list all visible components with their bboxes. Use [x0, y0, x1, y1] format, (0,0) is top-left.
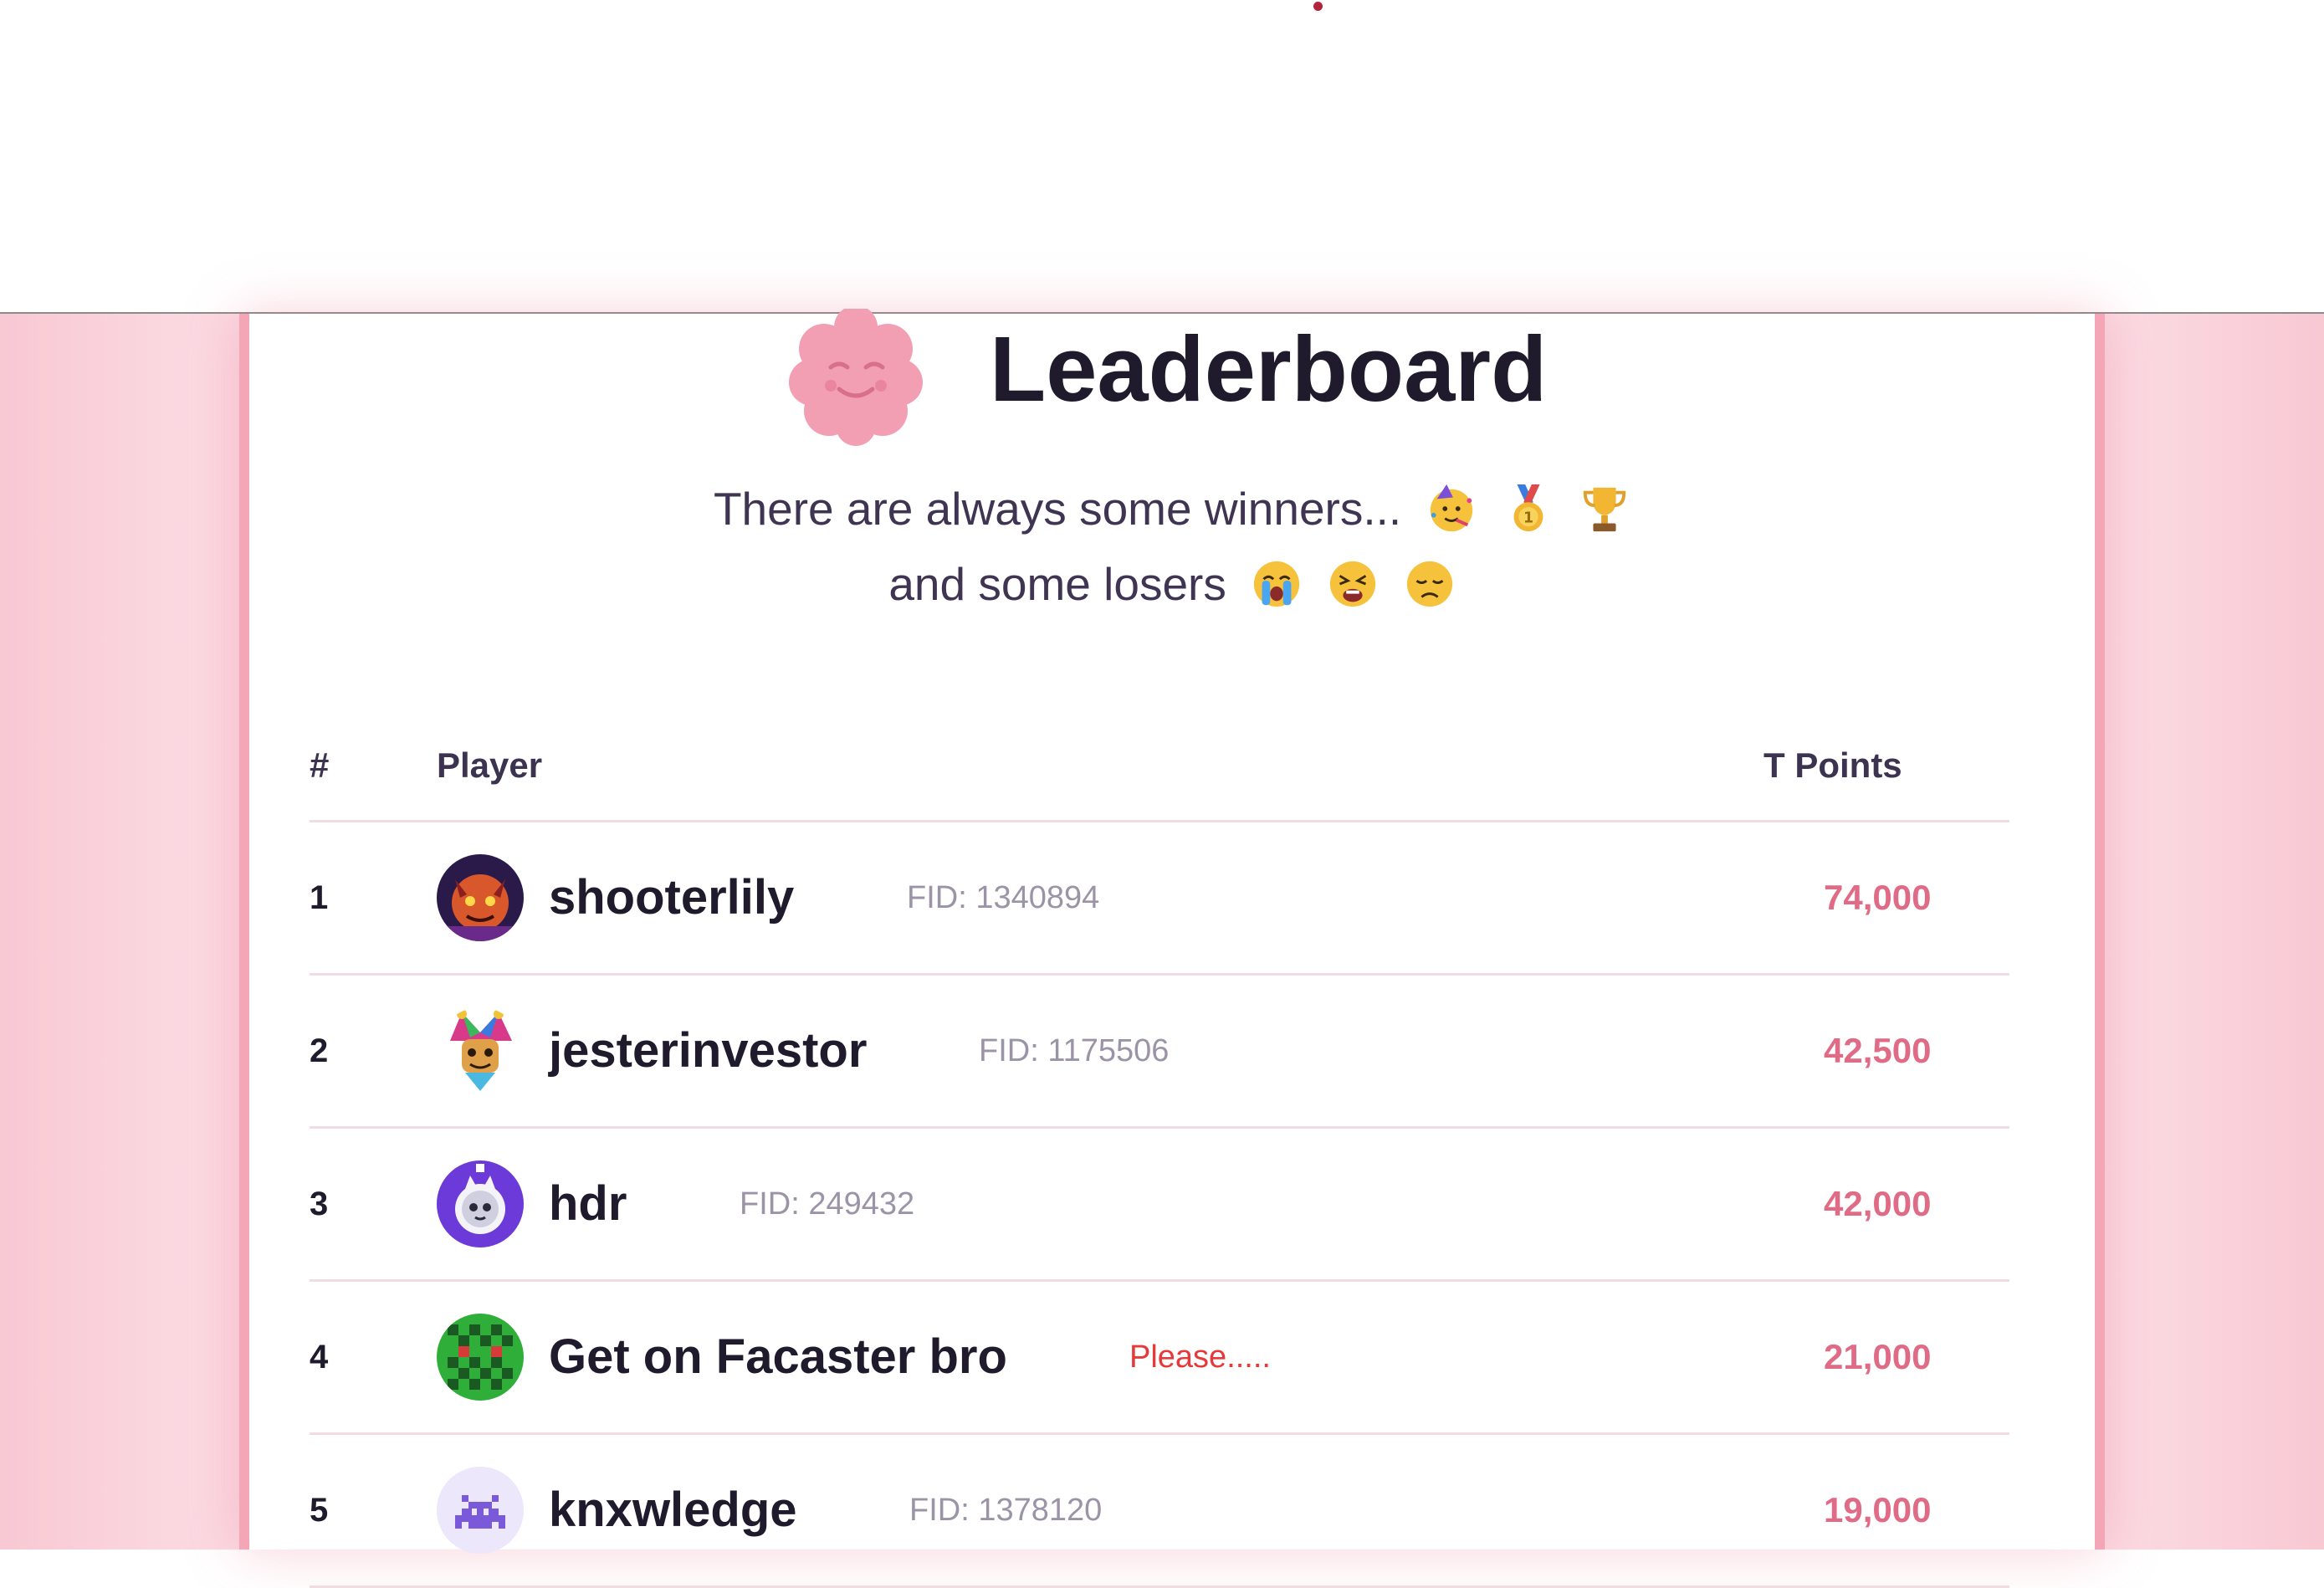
- player-fid: FID: 249432: [740, 1186, 915, 1222]
- player-name[interactable]: jesterinvestor: [549, 976, 867, 1126]
- tagline-winners-text: There are always some winners...: [713, 483, 1402, 535]
- row-rank: 1: [310, 879, 329, 916]
- player-name[interactable]: shooterlily: [549, 822, 794, 973]
- avatar[interactable]: [437, 1160, 524, 1247]
- tagline-losers-text: and some losers: [888, 558, 1226, 610]
- column-header-player: Player: [437, 745, 543, 785]
- row-rank: 3: [310, 1186, 329, 1222]
- player-points: 42,500: [1824, 1031, 1932, 1070]
- svg-text:1: 1: [1523, 510, 1533, 526]
- player-fid: FID: 1175506: [979, 1033, 1170, 1068]
- player-points: 42,000: [1824, 1184, 1932, 1223]
- avatar[interactable]: [437, 1467, 524, 1554]
- avatar[interactable]: [437, 1314, 524, 1401]
- table-row[interactable]: 1 shooterlily FID: 1340894 74,000: [310, 822, 2009, 976]
- loudly-crying-face-icon: [1254, 561, 1300, 607]
- player-points: 19,000: [1824, 1490, 1932, 1529]
- disappointed-face-icon: [1406, 561, 1452, 607]
- player-fid: FID: 1340894: [907, 880, 1100, 915]
- row-rank: 4: [310, 1339, 329, 1375]
- row-rank: 2: [310, 1032, 329, 1069]
- gold-medal-icon: 1: [1513, 484, 1543, 532]
- column-header-rank: #: [310, 745, 330, 785]
- player-name[interactable]: knxwledge: [549, 1435, 797, 1585]
- table-row[interactable]: 3 hdr FID: 249432 42,000: [310, 1129, 2009, 1282]
- table-row[interactable]: 5 knxwledge FID: 1378120 19,000: [310, 1435, 2009, 1588]
- mascot-icon: [789, 309, 923, 446]
- avatar[interactable]: [437, 854, 524, 941]
- leaderboard-table-header: # Player T Points: [310, 711, 2009, 822]
- trophy-icon: [1583, 487, 1626, 532]
- tagline-losers: and some losers: [249, 556, 2095, 612]
- player-points: 74,000: [1824, 878, 1932, 917]
- partying-face-icon: [1431, 484, 1473, 532]
- leaderboard-card: Leaderboard There are always some winner…: [239, 309, 2105, 1588]
- page-title: Leaderboard: [990, 318, 1548, 421]
- table-row[interactable]: 4 Get on Facaster bro Please..... 21,000: [310, 1282, 2009, 1435]
- player-fid: FID: 1378120: [909, 1493, 1103, 1528]
- player-note: Please.....: [1129, 1340, 1271, 1375]
- column-header-points: T Points: [1763, 745, 1902, 785]
- avatar[interactable]: [437, 1007, 524, 1094]
- player-points: 21,000: [1824, 1337, 1932, 1376]
- row-rank: 5: [310, 1492, 329, 1529]
- player-name[interactable]: hdr: [549, 1129, 627, 1279]
- table-row[interactable]: 2 jesterinvestor FID: 1175506 42,500: [310, 976, 2009, 1129]
- player-name[interactable]: Get on Facaster bro: [549, 1282, 1007, 1432]
- top-blank-area: [0, 0, 2324, 314]
- indicator-dot: [1313, 2, 1323, 11]
- tagline-winners: There are always some winners... 1: [249, 481, 2095, 536]
- weary-face-icon: [1330, 561, 1376, 607]
